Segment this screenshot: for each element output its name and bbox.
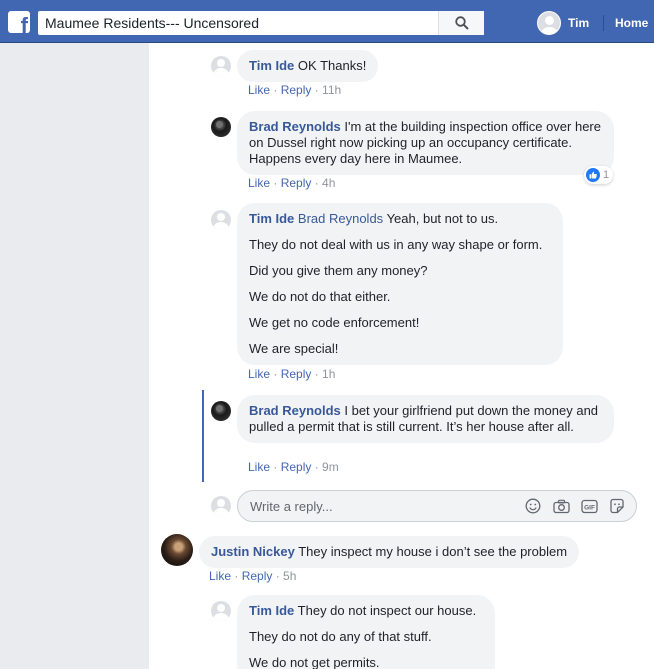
top-navigation-bar: f Maumee Residents--- Uncensored Tim Hom… <box>0 0 654 43</box>
comment-author[interactable]: Justin Nickey <box>211 544 295 559</box>
mention-tag[interactable]: Brad Reynolds <box>298 211 383 226</box>
comment-time[interactable]: 11h <box>322 83 341 97</box>
avatar <box>211 496 231 516</box>
reaction-count: 1 <box>603 169 610 181</box>
comment-text: We do not do that either. <box>249 289 391 304</box>
like-link[interactable]: Like <box>248 83 270 97</box>
comment-author[interactable]: Brad Reynolds <box>249 403 341 418</box>
facebook-logo-icon[interactable]: f <box>8 11 30 33</box>
like-link[interactable]: Like <box>248 460 270 474</box>
comment-text: We are special! <box>249 341 339 356</box>
like-link[interactable]: Like <box>248 176 270 190</box>
comment-text: Yeah, but not to us. <box>386 211 499 226</box>
comment-author[interactable]: Tim Ide <box>249 211 294 226</box>
comment-author[interactable]: Tim Ide <box>249 603 294 618</box>
camera-icon[interactable] <box>552 497 570 515</box>
avatar[interactable] <box>211 601 231 621</box>
comment-text: They do not do any of that stuff. <box>249 629 432 644</box>
nav-divider <box>603 15 604 31</box>
reply-link[interactable]: Reply <box>281 367 312 381</box>
search-input[interactable]: Maumee Residents--- Uncensored <box>38 15 438 31</box>
comment-author[interactable]: Tim Ide <box>249 58 294 73</box>
reply-input-box[interactable]: Write a reply... GIF <box>237 490 637 522</box>
gif-icon[interactable]: GIF <box>580 497 598 515</box>
comment-text: They do not deal with us in any way shap… <box>249 237 543 252</box>
profile-link[interactable]: Tim <box>537 11 589 35</box>
avatar[interactable] <box>211 56 231 76</box>
reply-link[interactable]: Reply <box>281 460 312 474</box>
reply-link[interactable]: Reply <box>242 569 273 583</box>
comment-bubble: Tim Ide They do not inspect our house. T… <box>237 595 495 669</box>
comment-text: We get no code enforcement! <box>249 315 420 330</box>
comment-time[interactable]: 1h <box>322 367 335 381</box>
like-link[interactable]: Like <box>209 569 231 583</box>
comment-time[interactable]: 4h <box>322 176 335 190</box>
profile-avatar-icon <box>537 11 561 35</box>
reply-input[interactable]: Write a reply... <box>250 499 333 514</box>
comment-author[interactable]: Brad Reynolds <box>249 119 341 134</box>
sticker-icon[interactable] <box>608 497 626 515</box>
left-gutter <box>0 43 149 669</box>
avatar[interactable] <box>211 117 231 137</box>
comment-time[interactable]: 9m <box>322 460 339 474</box>
comment-actions: Like · Reply · 4h <box>248 176 336 190</box>
search-icon <box>454 16 469 30</box>
comment-text: OK Thanks! <box>297 58 367 73</box>
comment-bubble: Justin Nickey They inspect my house i do… <box>199 536 580 568</box>
comment-actions: Like · Reply · 5h <box>209 569 297 583</box>
comment-text: They do not inspect our house. <box>297 603 477 618</box>
svg-text:GIF: GIF <box>584 504 595 511</box>
avatar[interactable] <box>211 401 231 421</box>
search-bar: Maumee Residents--- Uncensored <box>38 11 484 35</box>
comment-bubble: Brad Reynolds I'm at the building inspec… <box>237 111 614 175</box>
profile-name: Tim <box>568 16 590 30</box>
comment-actions: Like · Reply · 11h <box>248 83 342 97</box>
comment-actions: Like · Reply · 1h <box>248 367 336 381</box>
comment-actions: Like · Reply · 9m <box>248 460 339 474</box>
search-button[interactable] <box>438 11 484 35</box>
reaction-summary[interactable]: 1 <box>584 166 614 184</box>
avatar[interactable] <box>161 534 193 566</box>
reply-link[interactable]: Reply <box>281 83 312 97</box>
like-link[interactable]: Like <box>248 367 270 381</box>
comment-bubble: Tim Ide Brad Reynolds Yeah, but not to u… <box>237 203 563 365</box>
comment-bubble: Tim Ide OK Thanks! <box>237 50 379 82</box>
reply-link[interactable]: Reply <box>281 176 312 190</box>
comment-text: Did you give them any money? <box>249 263 428 278</box>
thread-highlight-line <box>202 390 204 482</box>
like-reaction-icon <box>586 168 600 182</box>
reply-attachment-icons: GIF <box>524 497 626 515</box>
comment-time[interactable]: 5h <box>283 569 296 583</box>
comment-bubble: Brad Reynolds I bet your girlfriend put … <box>237 395 614 443</box>
emoji-icon[interactable] <box>524 497 542 515</box>
home-link[interactable]: Home <box>615 16 648 30</box>
avatar[interactable] <box>211 210 231 230</box>
comment-text: They inspect my house i don’t see the pr… <box>298 544 568 559</box>
comment-text: We do not get permits. <box>249 655 380 669</box>
